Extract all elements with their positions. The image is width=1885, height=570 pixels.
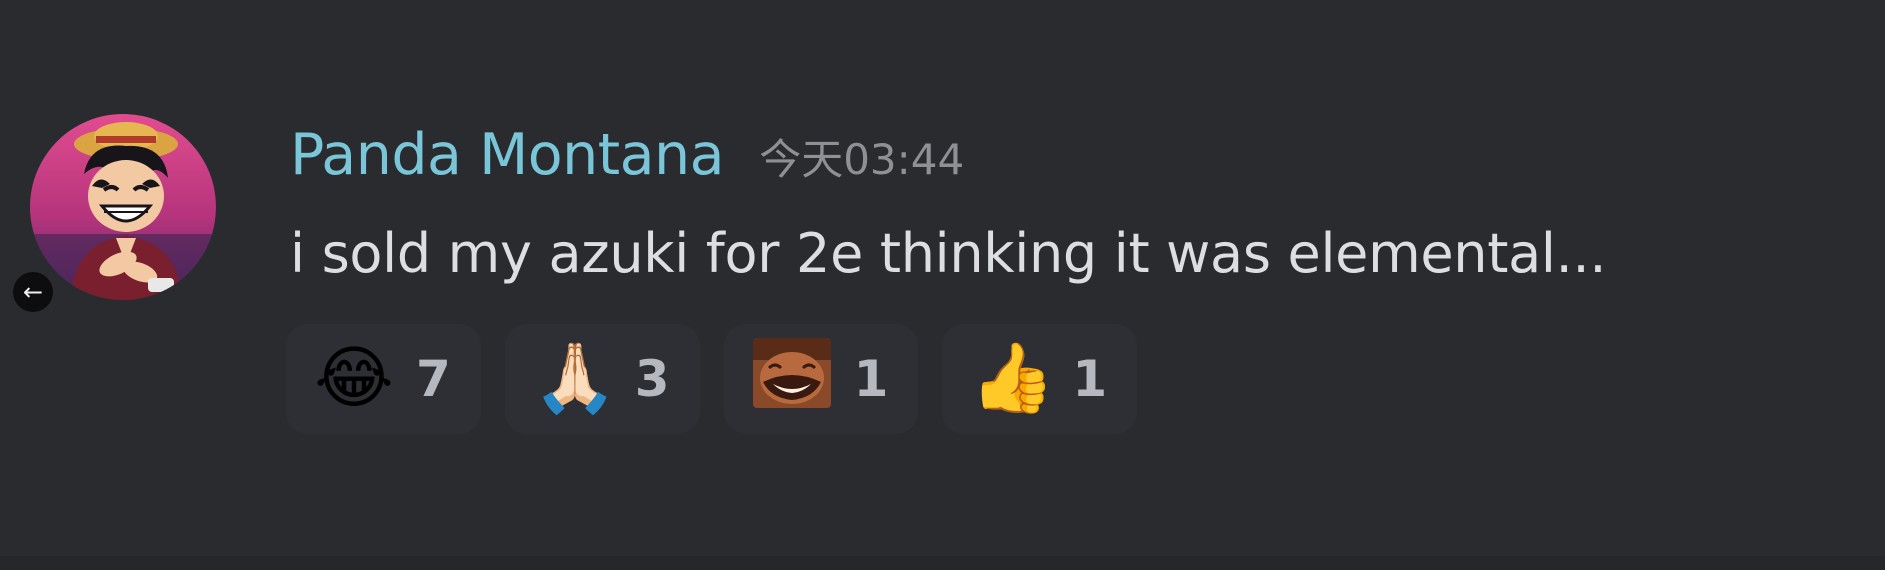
message-header: Panda Montana 今天03:44 — [290, 122, 964, 202]
author-name[interactable]: Panda Montana — [290, 122, 725, 188]
reaction-count: 3 — [634, 350, 670, 408]
reaction-laughing-man[interactable]: 1 — [723, 324, 919, 434]
luffy-avatar-icon — [30, 114, 216, 300]
reaction-count: 1 — [1072, 350, 1108, 408]
laughing-man-custom-emoji-icon — [752, 338, 832, 420]
back-arrow-icon[interactable]: ← — [13, 272, 53, 312]
folded-hands-emoji-icon: 🙏🏻 — [532, 339, 618, 418]
message-content: i sold my azuki for 2e thinking it was e… — [290, 222, 1607, 285]
reaction-folded-hands[interactable]: 🙏🏻 3 — [504, 324, 700, 434]
message-timestamp: 今天03:44 — [759, 135, 965, 184]
thumbs-up-emoji-icon: 👍 — [970, 339, 1056, 418]
reaction-count: 7 — [416, 350, 451, 408]
divider — [0, 556, 1885, 570]
reaction-thumbs-up[interactable]: 👍 1 — [942, 324, 1138, 434]
chat-message: ← Panda Montana 今天03:44 i sold my azuki … — [0, 0, 1885, 570]
avatar[interactable] — [30, 114, 216, 300]
reactions-bar: 😂 7 🙏🏻 3 1 👍 1 — [286, 324, 1138, 434]
reaction-joy[interactable]: 😂 7 — [286, 324, 481, 434]
reaction-count: 1 — [853, 350, 889, 408]
joy-emoji-icon: 😂 — [314, 339, 394, 418]
